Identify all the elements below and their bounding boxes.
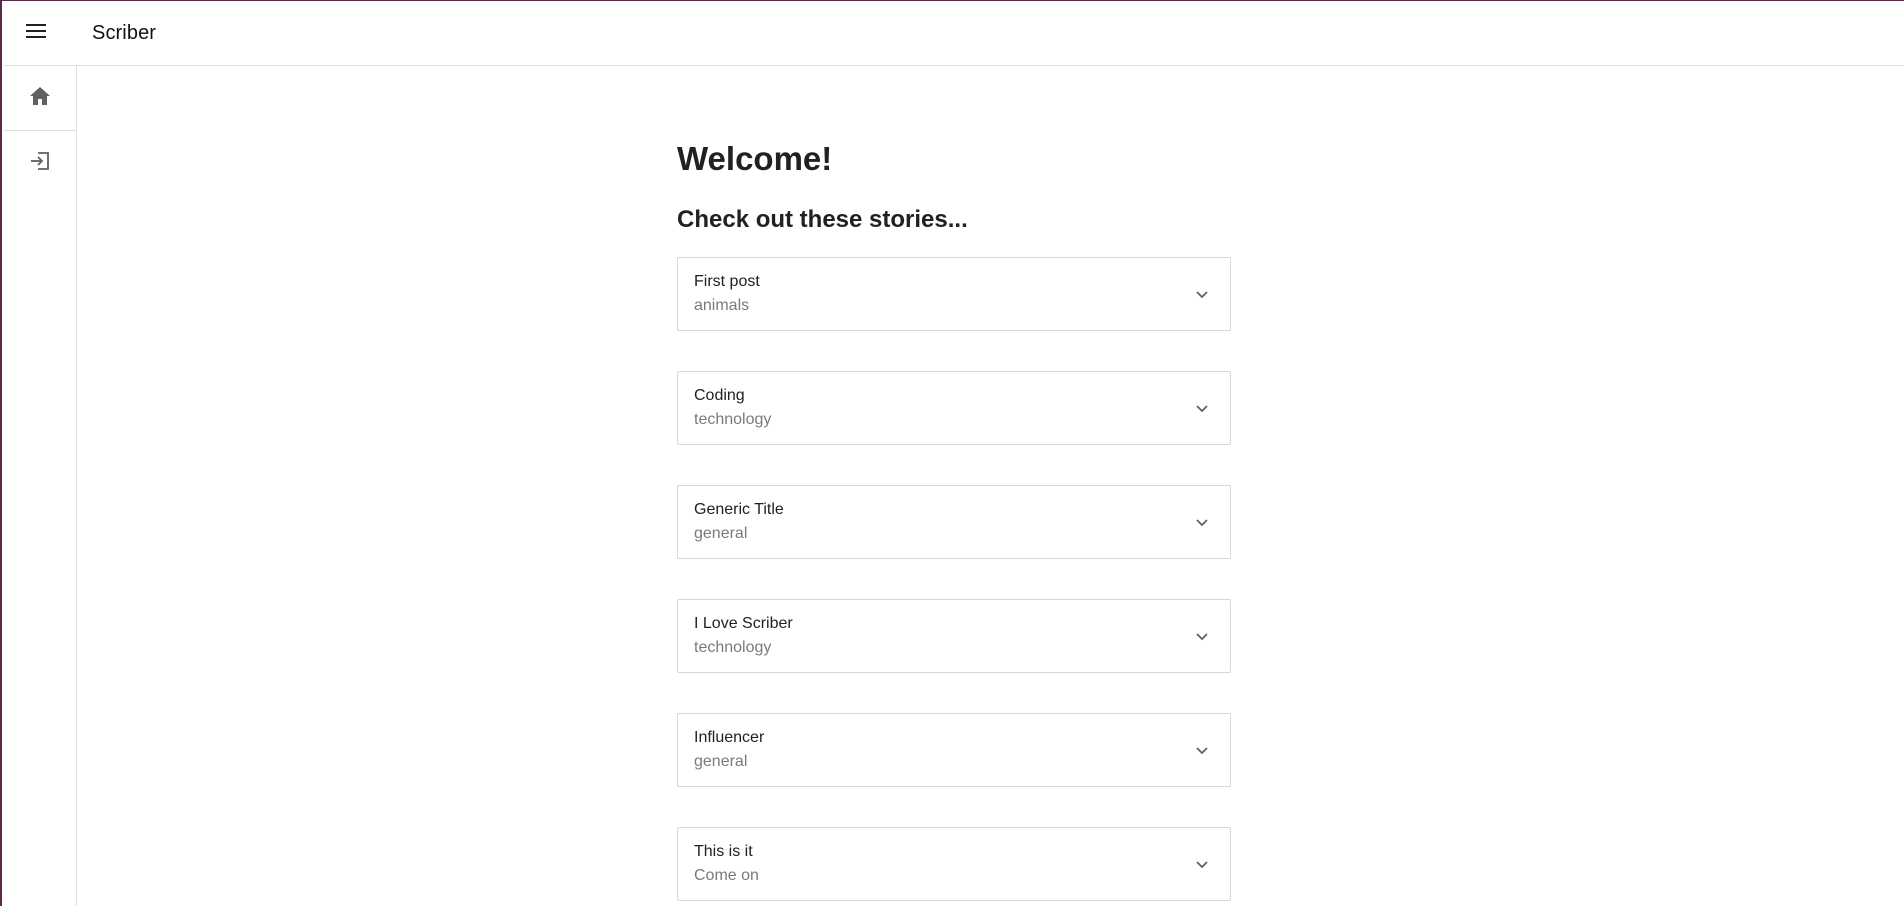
story-category: technology bbox=[694, 411, 772, 428]
chevron-down-icon[interactable] bbox=[1192, 399, 1212, 419]
top-app-bar: Scriber bbox=[4, 2, 1904, 66]
story-card[interactable]: First post animals bbox=[677, 257, 1231, 331]
content-column: Welcome! Check out these stories... Firs… bbox=[677, 139, 1231, 906]
page-title: Welcome! bbox=[677, 140, 833, 177]
story-card[interactable]: This is it Come on bbox=[677, 827, 1231, 901]
chevron-down-icon[interactable] bbox=[1192, 513, 1212, 533]
story-category: technology bbox=[694, 639, 772, 656]
chevron-down-icon[interactable] bbox=[1192, 285, 1212, 305]
story-category: Come on bbox=[694, 867, 759, 884]
nav-login-button[interactable] bbox=[4, 131, 76, 196]
chevron-down-icon[interactable] bbox=[1192, 627, 1212, 647]
story-list: First post animals Coding technology Gen… bbox=[677, 257, 1231, 901]
chevron-down-icon[interactable] bbox=[1192, 741, 1212, 761]
story-category: general bbox=[694, 525, 748, 542]
login-icon bbox=[30, 151, 50, 176]
story-card[interactable]: Generic Title general bbox=[677, 485, 1231, 559]
story-title: Generic Title bbox=[694, 501, 784, 518]
story-title: Influencer bbox=[694, 729, 765, 746]
app-window: Scriber Welcome! Check out these stories… bbox=[0, 0, 1904, 906]
story-title: Coding bbox=[694, 387, 745, 404]
story-category: animals bbox=[694, 297, 750, 314]
story-title: This is it bbox=[694, 843, 753, 860]
story-title: First post bbox=[694, 273, 760, 290]
menu-icon bbox=[26, 24, 46, 43]
story-card[interactable]: Influencer general bbox=[677, 713, 1231, 787]
story-card[interactable]: Coding technology bbox=[677, 371, 1231, 445]
section-heading: Check out these stories... bbox=[677, 206, 968, 233]
home-icon bbox=[30, 86, 50, 110]
nav-home-button[interactable] bbox=[4, 66, 76, 131]
side-nav bbox=[4, 66, 77, 906]
chevron-down-icon[interactable] bbox=[1192, 855, 1212, 875]
menu-button[interactable] bbox=[4, 2, 68, 66]
story-title: I Love Scriber bbox=[694, 615, 793, 632]
main-content: Welcome! Check out these stories... Firs… bbox=[77, 66, 1904, 906]
story-category: general bbox=[694, 753, 748, 770]
app-title: Scriber bbox=[92, 22, 157, 44]
story-card[interactable]: I Love Scriber technology bbox=[677, 599, 1231, 673]
